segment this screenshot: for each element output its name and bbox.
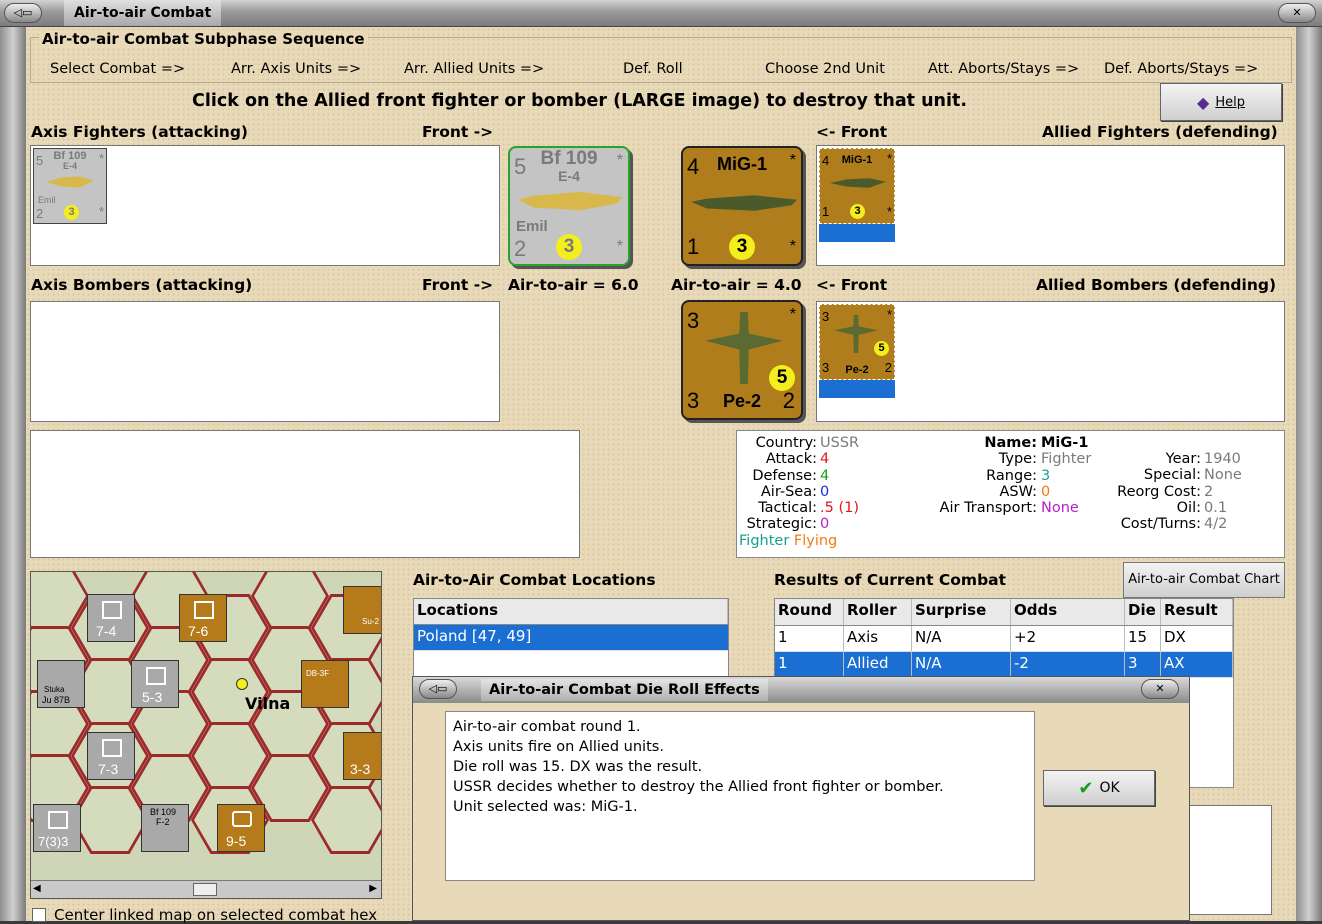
axis-front-label: Front -> [422, 123, 494, 141]
map-counter[interactable]: DB-3F [301, 660, 349, 708]
map-scrollbar[interactable]: ◀ ▶ [31, 880, 381, 898]
window-titlebar: ◁▭ Air-to-air Combat ✕ [0, 0, 1322, 27]
close-icon[interactable]: ✕ [1278, 3, 1316, 23]
info-type-line: Fighter Flying [739, 533, 838, 549]
allied-fighters-panel[interactable]: 4 MiG-1 * 1 3 * [816, 145, 1285, 266]
seq-def-aborts: Def. Aborts/Stays => [1104, 61, 1259, 77]
frame-left [0, 27, 26, 921]
map-counter[interactable]: 7(3)3 [33, 804, 81, 852]
axis-fighter-counter-small[interactable]: 5 Bf 109 E-4 * Emil 2 3 * [33, 148, 107, 224]
results-header: Surprise [912, 599, 1011, 625]
dialog-titlebar: ◁▭ Air-to-air Combat Die Roll Effects ✕ [413, 677, 1189, 703]
unit-info-panel: Country: Attack: Defense: Air-Sea: Tactical:… [736, 430, 1285, 558]
help-button[interactable]: ◆ Help [1160, 83, 1282, 121]
center-map-checkbox[interactable] [32, 908, 46, 922]
window-menu-icon[interactable]: ◁▭ [4, 3, 42, 23]
mini-map[interactable]: 7-4 7-6 5-3 7-3 9-5 3-3 7(3)3 Bf 109 F-2 … [30, 571, 382, 899]
combat-chart-button[interactable]: Air-to-air Combat Chart [1123, 562, 1285, 598]
window-title: Air-to-air Combat [64, 0, 222, 26]
results-header: Roller [844, 599, 912, 625]
instruction-text: Click on the Allied front fighter or bom… [192, 91, 968, 111]
mig1-plane-icon [691, 195, 797, 211]
map-counter[interactable]: Ju 87B Stuka [37, 660, 85, 708]
seq-arr-axis: Arr. Axis Units => [231, 61, 362, 77]
axis-bombers-panel[interactable] [30, 301, 500, 422]
seq-att-aborts: Att. Aborts/Stays => [928, 61, 1080, 77]
allied-front-fighter[interactable]: 4 MiG-1 * 1 3 * [681, 146, 803, 266]
allied-a2a-value: Air-to-air = 4.0 [671, 276, 802, 294]
seq-def-roll: Def. Roll [623, 61, 683, 77]
center-map-label: Center linked map on selected combat hex [54, 906, 378, 924]
help-label: Help [1215, 94, 1245, 110]
axis-bombers-label: Axis Bombers (attacking) [31, 276, 253, 294]
bf109-plane-icon [518, 191, 622, 211]
plane-icon [46, 176, 94, 188]
dialog-close-icon[interactable]: ✕ [1141, 679, 1179, 699]
ok-button[interactable]: ✔ OK [1043, 770, 1155, 806]
info-col3-values: 1940 None 2 0.1 4/2 [1204, 451, 1242, 533]
sequence-box: Air-to-air Combat Subphase Sequence Sele… [30, 30, 1292, 83]
scroll-right-icon[interactable]: ▶ [369, 883, 377, 894]
seq-arr-allied: Arr. Allied Units => [404, 61, 545, 77]
allied-fighter-selection-bar [819, 224, 895, 242]
location-item[interactable]: Poland [47, 49] [414, 625, 728, 651]
ok-label: OK [1099, 780, 1120, 796]
dialog-message: Air-to-air combat round 1. Axis units fi… [445, 711, 1035, 881]
map-counter[interactable]: Su-2 [343, 586, 381, 634]
results-header: Die [1125, 599, 1161, 625]
info-col1-labels: Country: Attack: Defense: Air-Sea: Tactical:… [746, 435, 817, 533]
blank-info-panel [30, 430, 580, 558]
map-counter[interactable]: 3-3 [343, 732, 381, 780]
allied-fighters-label: Allied Fighters (defending) [1042, 123, 1278, 141]
allied-bomber-counter-small[interactable]: 3 * 5 3 Pe-2 2 [819, 304, 895, 380]
axis-bomber-front-label: Front -> [422, 276, 494, 294]
allied-front-bomber[interactable]: 3 * 5 3 Pe-2 2 [681, 300, 803, 420]
checkmark-icon: ✔ [1078, 777, 1094, 799]
allied-front-label: <- Front [816, 123, 888, 141]
map-counter[interactable]: 7-4 [87, 594, 135, 642]
info-col3-labels: Year: Special: Reorg Cost: Oil: Cost/Turns: [1117, 451, 1201, 533]
seq-choose-2nd: Choose 2nd Unit [765, 61, 885, 77]
map-counter[interactable]: 5-3 [131, 660, 179, 708]
results-title: Results of Current Combat [774, 571, 1007, 589]
map-city-label: Vilna [245, 694, 291, 713]
allied-fighter-counter-small[interactable]: 4 MiG-1 * 1 3 * [819, 148, 895, 224]
allied-bombers-panel[interactable]: 3 * 5 3 Pe-2 2 [816, 301, 1285, 422]
allied-bomber-front-label: <- Front [816, 276, 888, 294]
bomber-icon [834, 315, 878, 353]
map-counter[interactable]: 9-5 [217, 804, 265, 852]
axis-fighters-panel[interactable]: 5 Bf 109 E-4 * Emil 2 3 * [30, 145, 500, 266]
plane-icon [830, 178, 886, 188]
scroll-thumb[interactable] [193, 883, 217, 896]
map-counter[interactable]: Bf 109 F-2 [141, 804, 189, 852]
results-header: Result [1161, 599, 1233, 625]
axis-a2a-value: Air-to-air = 6.0 [508, 276, 639, 294]
dialog-menu-icon[interactable]: ◁▭ [419, 679, 457, 699]
seq-select-combat: Select Combat => [50, 61, 186, 77]
dialog-title: Air-to-air Combat Die Roll Effects [481, 679, 768, 701]
results-row[interactable]: 1 Allied N/A -2 3 AX [775, 652, 1233, 678]
map-counter[interactable]: 7-3 [87, 732, 135, 780]
info-col1-values: USSR 4 4 0.5 (1) 0 [820, 435, 860, 533]
allied-bomber-selection-bar [819, 380, 895, 398]
allied-bombers-label: Allied Bombers (defending) [1036, 276, 1277, 294]
map-counter[interactable]: 7-6 [179, 594, 227, 642]
results-row[interactable]: 1 Axis N/A +2 15 DX [775, 626, 1233, 652]
info-col2-labels: Name: Type: Range: ASW: Air Transport: [939, 435, 1037, 517]
die-roll-dialog: ◁▭ Air-to-air Combat Die Roll Effects ✕ … [412, 676, 1190, 921]
axis-front-fighter[interactable]: 5 Bf 109 E-4 * Emil 2 3 * [508, 146, 630, 266]
sequence-title: Air-to-air Combat Subphase Sequence [39, 30, 368, 48]
scroll-left-icon[interactable]: ◀ [33, 883, 41, 894]
results-header: Odds [1011, 599, 1125, 625]
help-book-icon: ◆ [1197, 92, 1210, 112]
axis-fighters-label: Axis Fighters (attacking) [31, 123, 248, 141]
frame-right [1296, 27, 1322, 921]
results-header: Round [775, 599, 844, 625]
locations-title: Air-to-Air Combat Locations [413, 571, 656, 589]
units-panel-right[interactable] [1186, 805, 1272, 915]
city-marker-icon [236, 678, 248, 690]
locations-header: Locations [414, 599, 728, 624]
